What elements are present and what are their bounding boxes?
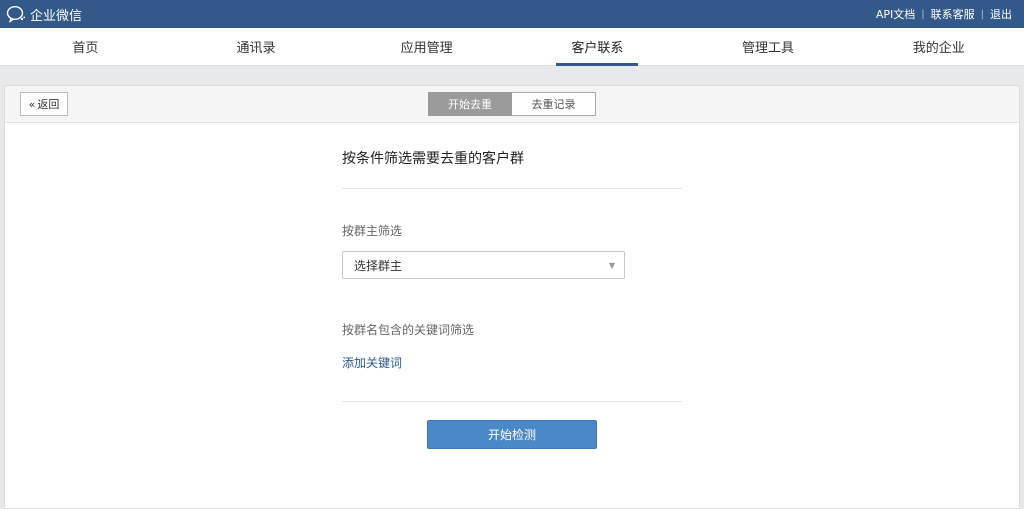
wecom-logo-icon [6, 5, 26, 23]
nav-customer-contact[interactable]: 客户联系 [512, 28, 683, 65]
api-docs-link[interactable]: API文档 [870, 6, 921, 22]
filter-form: 按条件筛选需要去重的客户群 按群主筛选 选择群主 ▼ 按群名包含的关键词筛选 添… [342, 148, 682, 449]
nav-home[interactable]: 首页 [0, 28, 171, 65]
logout-link[interactable]: 退出 [984, 6, 1018, 22]
nav-contacts[interactable]: 通讯录 [171, 28, 342, 65]
back-button[interactable]: « 返回 [20, 92, 68, 116]
add-keyword-link[interactable]: 添加关键词 [342, 354, 682, 371]
caret-down-icon: ▼ [608, 260, 615, 270]
start-detect-button[interactable]: 开始检测 [427, 420, 597, 449]
top-links: API文档 | 联系客服 | 退出 [870, 6, 1018, 22]
owner-select[interactable]: 选择群主 ▼ [342, 251, 625, 279]
form-title: 按条件筛选需要去重的客户群 [342, 148, 682, 189]
tab-start-dedup[interactable]: 开始去重 [428, 92, 512, 116]
main-nav: 首页 通讯录 应用管理 客户联系 管理工具 我的企业 [0, 28, 1024, 66]
top-bar: 企业微信 API文档 | 联系客服 | 退出 [0, 0, 1024, 28]
owner-filter-label: 按群主筛选 [342, 224, 403, 238]
nav-my-enterprise[interactable]: 我的企业 [853, 28, 1024, 65]
brand[interactable]: 企业微信 [6, 5, 82, 24]
brand-name: 企业微信 [30, 8, 83, 24]
back-label: 返回 [37, 98, 60, 111]
keyword-filter-label: 按群名包含的关键词筛选 [342, 323, 475, 337]
nav-app-management[interactable]: 应用管理 [341, 28, 512, 65]
double-chevron-left-icon: « [28, 97, 36, 111]
divider [342, 401, 682, 402]
tab-switch: 开始去重 去重记录 [428, 92, 596, 116]
contact-support-link[interactable]: 联系客服 [925, 6, 981, 22]
divider: | [921, 8, 925, 20]
owner-select-value: 选择群主 [354, 258, 403, 273]
nav-management-tools[interactable]: 管理工具 [683, 28, 854, 65]
content-panel: « 返回 开始去重 去重记录 按条件筛选需要去重的客户群 按群主筛选 选择群主 … [4, 85, 1020, 509]
tab-dedup-records[interactable]: 去重记录 [512, 92, 596, 116]
divider: | [980, 8, 984, 20]
panel-header: « 返回 开始去重 去重记录 [5, 86, 1019, 123]
